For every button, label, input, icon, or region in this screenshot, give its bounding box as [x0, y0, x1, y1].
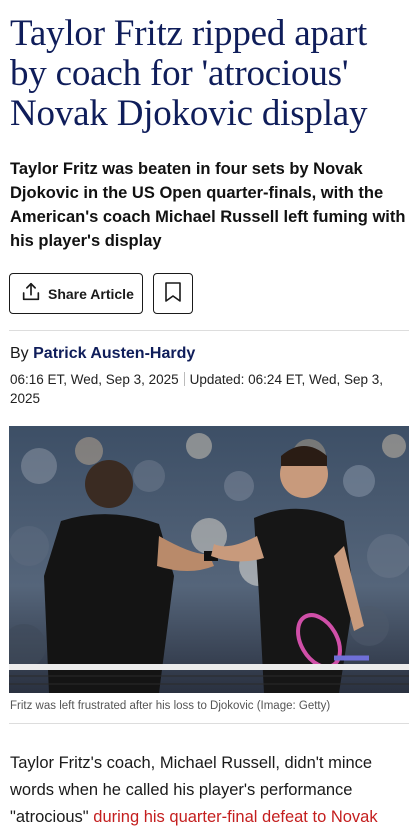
article-headline: Taylor Fritz ripped apart by coach for '…	[10, 13, 368, 134]
byline-prefix: By	[10, 345, 29, 362]
date-separator	[183, 372, 185, 386]
article-body-paragraph: Taylor Fritz's coach, Michael Russell, d…	[10, 750, 406, 831]
bookmark-button[interactable]	[153, 273, 193, 314]
image-caption: Fritz was left frustrated after his loss…	[10, 700, 331, 712]
divider	[9, 330, 409, 331]
share-article-button[interactable]: Share Article	[9, 273, 143, 314]
author-link[interactable]: Patrick Austen-Hardy	[33, 345, 195, 362]
divider	[9, 723, 409, 724]
article-standfirst: Taylor Fritz was beaten in four sets by …	[10, 160, 406, 250]
share-article-label: Share Article	[48, 285, 134, 302]
article-dates: 06:16 ET, Wed, Sep 3, 2025 Updated: 06:24…	[10, 370, 406, 408]
bookmark-icon	[163, 281, 183, 306]
body-inline-link[interactable]: during his quarter-final defeat to Novak	[93, 808, 377, 826]
byline: By Patrick Austen-Hardy	[10, 345, 195, 363]
published-time: 06:16 ET, Wed, Sep 3, 2025	[10, 372, 179, 387]
share-upload-icon	[20, 281, 42, 306]
article-image	[9, 426, 409, 693]
